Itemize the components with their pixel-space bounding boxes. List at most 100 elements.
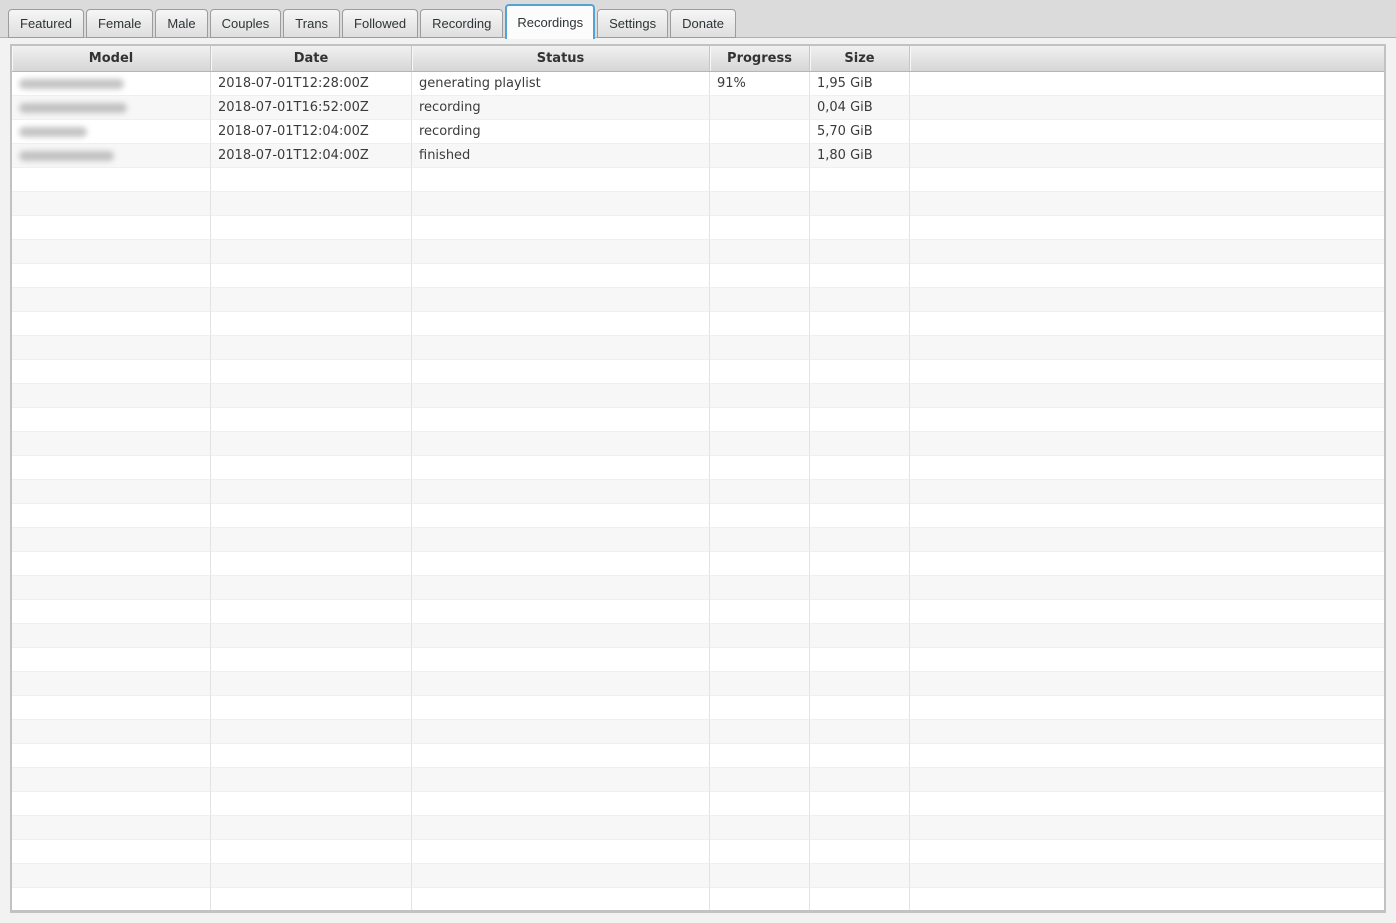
column-header-status[interactable]: Status xyxy=(412,46,710,71)
cell-progress xyxy=(710,648,810,672)
cell-date xyxy=(211,480,412,504)
cell-status xyxy=(412,336,710,360)
table-row[interactable]: 2018-07-01T12:04:00Zfinished1,80 GiB xyxy=(12,144,1384,168)
column-header-date[interactable]: Date xyxy=(211,46,412,71)
cell-model xyxy=(12,528,211,552)
tab-trans[interactable]: Trans xyxy=(283,9,340,38)
cell-status xyxy=(412,624,710,648)
cell-date xyxy=(211,648,412,672)
cell-date xyxy=(211,240,412,264)
table-row-empty xyxy=(12,768,1384,792)
cell-spacer xyxy=(910,240,1384,264)
cell-size xyxy=(810,240,910,264)
cell-date xyxy=(211,864,412,888)
cell-model xyxy=(12,384,211,408)
tab-recordings[interactable]: Recordings xyxy=(505,4,595,39)
cell-status xyxy=(412,672,710,696)
cell-spacer xyxy=(910,144,1384,168)
cell-model xyxy=(12,648,211,672)
cell-date xyxy=(211,384,412,408)
cell-size xyxy=(810,624,910,648)
tab-bar: FeaturedFemaleMaleCouplesTransFollowedRe… xyxy=(0,0,1396,38)
cell-model xyxy=(12,360,211,384)
cell-size xyxy=(810,384,910,408)
tab-female[interactable]: Female xyxy=(86,9,153,38)
cell-spacer xyxy=(910,96,1384,120)
table-row-empty xyxy=(12,288,1384,312)
cell-size xyxy=(810,408,910,432)
cell-status: generating playlist xyxy=(412,72,710,96)
cell-status: recording xyxy=(412,96,710,120)
cell-model xyxy=(12,264,211,288)
cell-spacer xyxy=(910,480,1384,504)
tab-settings[interactable]: Settings xyxy=(597,9,668,38)
table-row-empty xyxy=(12,552,1384,576)
cell-progress xyxy=(710,120,810,144)
app-window: FeaturedFemaleMaleCouplesTransFollowedRe… xyxy=(0,0,1396,923)
table-row[interactable]: 2018-07-01T16:52:00Zrecording0,04 GiB xyxy=(12,96,1384,120)
cell-status xyxy=(412,216,710,240)
table-row-empty xyxy=(12,840,1384,864)
table-row-empty xyxy=(12,360,1384,384)
cell-status xyxy=(412,480,710,504)
tab-male[interactable]: Male xyxy=(155,9,207,38)
cell-date xyxy=(211,792,412,816)
cell-spacer xyxy=(910,192,1384,216)
table-row-empty xyxy=(12,480,1384,504)
column-header-progress[interactable]: Progress xyxy=(710,46,810,71)
cell-date: 2018-07-01T12:28:00Z xyxy=(211,72,412,96)
cell-progress xyxy=(710,792,810,816)
column-header-model[interactable]: Model xyxy=(12,46,211,71)
cell-model xyxy=(12,840,211,864)
cell-date xyxy=(211,768,412,792)
cell-progress xyxy=(710,456,810,480)
cell-size: 1,95 GiB xyxy=(810,72,910,96)
redacted-model-name xyxy=(19,79,124,89)
cell-model xyxy=(12,240,211,264)
cell-model xyxy=(12,216,211,240)
cell-size: 5,70 GiB xyxy=(810,120,910,144)
cell-size xyxy=(810,648,910,672)
cell-progress xyxy=(710,840,810,864)
cell-status xyxy=(412,360,710,384)
table-row-empty xyxy=(12,432,1384,456)
cell-date xyxy=(211,192,412,216)
cell-size: 1,80 GiB xyxy=(810,144,910,168)
cell-model xyxy=(12,312,211,336)
cell-progress xyxy=(710,816,810,840)
table-header-row: ModelDateStatusProgressSize xyxy=(12,46,1384,72)
cell-spacer xyxy=(910,288,1384,312)
cell-model xyxy=(12,120,211,144)
cell-model xyxy=(12,72,211,96)
table-row[interactable]: 2018-07-01T12:04:00Zrecording5,70 GiB xyxy=(12,120,1384,144)
tab-couples[interactable]: Couples xyxy=(210,9,282,38)
table-row-empty xyxy=(12,168,1384,192)
cell-date xyxy=(211,216,412,240)
cell-spacer xyxy=(910,336,1384,360)
table-body: 2018-07-01T12:28:00Zgenerating playlist9… xyxy=(12,72,1384,912)
cell-progress xyxy=(710,888,810,912)
table-row-empty xyxy=(12,888,1384,912)
cell-date xyxy=(211,360,412,384)
cell-status xyxy=(412,456,710,480)
table-row-empty xyxy=(12,192,1384,216)
table-row[interactable]: 2018-07-01T12:28:00Zgenerating playlist9… xyxy=(12,72,1384,96)
cell-date xyxy=(211,816,412,840)
cell-spacer xyxy=(910,72,1384,96)
cell-size xyxy=(810,576,910,600)
column-header-size[interactable]: Size xyxy=(810,46,910,71)
tab-recording[interactable]: Recording xyxy=(420,9,503,38)
cell-size xyxy=(810,552,910,576)
cell-status xyxy=(412,600,710,624)
tab-featured[interactable]: Featured xyxy=(8,9,84,38)
tab-followed[interactable]: Followed xyxy=(342,9,418,38)
cell-size xyxy=(810,768,910,792)
cell-date xyxy=(211,576,412,600)
cell-progress xyxy=(710,696,810,720)
cell-progress xyxy=(710,528,810,552)
cell-spacer xyxy=(910,384,1384,408)
cell-model xyxy=(12,888,211,912)
cell-spacer xyxy=(910,624,1384,648)
cell-spacer xyxy=(910,432,1384,456)
tab-donate[interactable]: Donate xyxy=(670,9,736,38)
